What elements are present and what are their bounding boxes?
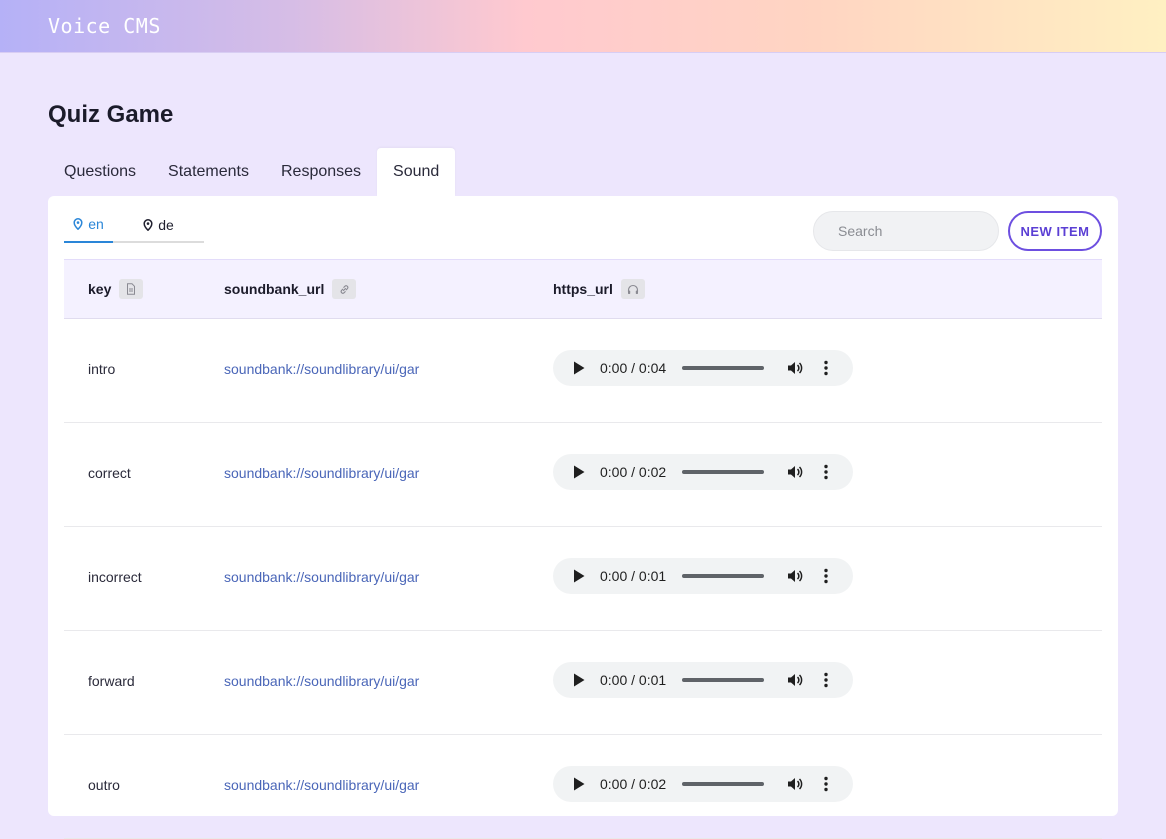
row-soundbank-url[interactable]: soundbank://soundlibrary/ui/gar — [224, 423, 424, 523]
row-key: forward — [88, 673, 135, 689]
app-title: Voice CMS — [48, 14, 161, 38]
tab-questions[interactable]: Questions — [48, 148, 152, 196]
language-tab-de[interactable]: de — [113, 208, 204, 241]
column-header-soundbank-url: soundbank_url — [224, 260, 357, 318]
row-key: outro — [88, 777, 120, 793]
audio-time: 0:00 / 0:02 — [600, 776, 667, 792]
volume-icon[interactable] — [787, 672, 803, 688]
audio-player: 0:00 / 0:01 — [553, 662, 853, 698]
search-input[interactable] — [813, 211, 999, 251]
headphones-icon — [620, 279, 645, 299]
table-row: intro soundbank://soundlibrary/ui/gar 0:… — [64, 319, 1102, 423]
content-tabs: Questions Statements Responses Sound — [48, 148, 456, 196]
row-soundbank-url[interactable]: soundbank://soundlibrary/ui/gar — [224, 527, 424, 627]
audio-player: 0:00 / 0:02 — [553, 454, 853, 490]
table-row: correct soundbank://soundlibrary/ui/gar … — [64, 423, 1102, 527]
play-icon[interactable] — [573, 777, 585, 791]
audio-progress-bar[interactable] — [682, 782, 764, 786]
language-label: de — [158, 216, 174, 233]
play-icon[interactable] — [573, 465, 585, 479]
table-header: key soundbank_url https_url — [64, 259, 1102, 319]
table-row: outro soundbank://soundlibrary/ui/gar 0:… — [64, 735, 1102, 839]
row-key: incorrect — [88, 569, 142, 585]
column-header-https-url: https_url — [553, 260, 645, 318]
volume-icon[interactable] — [787, 464, 803, 480]
language-label: en — [88, 215, 104, 232]
more-options-icon[interactable] — [823, 360, 829, 376]
column-label: https_url — [553, 281, 613, 297]
column-header-key: key — [88, 260, 144, 318]
new-item-button[interactable]: NEW ITEM — [1008, 211, 1102, 251]
tab-responses[interactable]: Responses — [265, 148, 377, 196]
more-options-icon[interactable] — [823, 568, 829, 584]
audio-player: 0:00 / 0:01 — [553, 558, 853, 594]
audio-time: 0:00 / 0:02 — [600, 464, 667, 480]
language-tab-en[interactable]: en — [64, 208, 113, 243]
row-key: correct — [88, 465, 131, 481]
play-icon[interactable] — [573, 361, 585, 375]
audio-progress-bar[interactable] — [682, 366, 764, 370]
audio-progress-bar[interactable] — [682, 470, 764, 474]
audio-progress-bar[interactable] — [682, 678, 764, 682]
play-icon[interactable] — [573, 673, 585, 687]
audio-progress-bar[interactable] — [682, 574, 764, 578]
top-bar: Voice CMS — [0, 0, 1166, 53]
audio-player: 0:00 / 0:02 — [553, 766, 853, 802]
map-pin-icon — [143, 218, 153, 231]
more-options-icon[interactable] — [823, 464, 829, 480]
tab-sound[interactable]: Sound — [377, 148, 456, 196]
table-row: forward soundbank://soundlibrary/ui/gar … — [64, 631, 1102, 735]
row-soundbank-url[interactable]: soundbank://soundlibrary/ui/gar — [224, 735, 424, 835]
volume-icon[interactable] — [787, 568, 803, 584]
language-tabs: en de — [64, 208, 204, 243]
column-label: key — [88, 281, 112, 297]
audio-player: 0:00 / 0:04 — [553, 350, 853, 386]
file-icon — [119, 279, 144, 299]
play-icon[interactable] — [573, 569, 585, 583]
column-label: soundbank_url — [224, 281, 325, 297]
volume-icon[interactable] — [787, 776, 803, 792]
link-icon — [332, 279, 357, 299]
more-options-icon[interactable] — [823, 672, 829, 688]
row-soundbank-url[interactable]: soundbank://soundlibrary/ui/gar — [224, 631, 424, 731]
row-key: intro — [88, 361, 116, 377]
audio-time: 0:00 / 0:01 — [600, 568, 667, 584]
volume-icon[interactable] — [787, 360, 803, 376]
page-title: Quiz Game — [48, 101, 174, 128]
audio-time: 0:00 / 0:01 — [600, 672, 667, 688]
more-options-icon[interactable] — [823, 776, 829, 792]
row-soundbank-url[interactable]: soundbank://soundlibrary/ui/gar — [224, 319, 424, 419]
sound-panel: en de NEW ITEM key soundbank_url https_u… — [48, 196, 1118, 839]
map-pin-icon — [73, 217, 83, 230]
audio-time: 0:00 / 0:04 — [600, 360, 667, 376]
tab-statements[interactable]: Statements — [152, 148, 265, 196]
table-row: incorrect soundbank://soundlibrary/ui/ga… — [64, 527, 1102, 631]
